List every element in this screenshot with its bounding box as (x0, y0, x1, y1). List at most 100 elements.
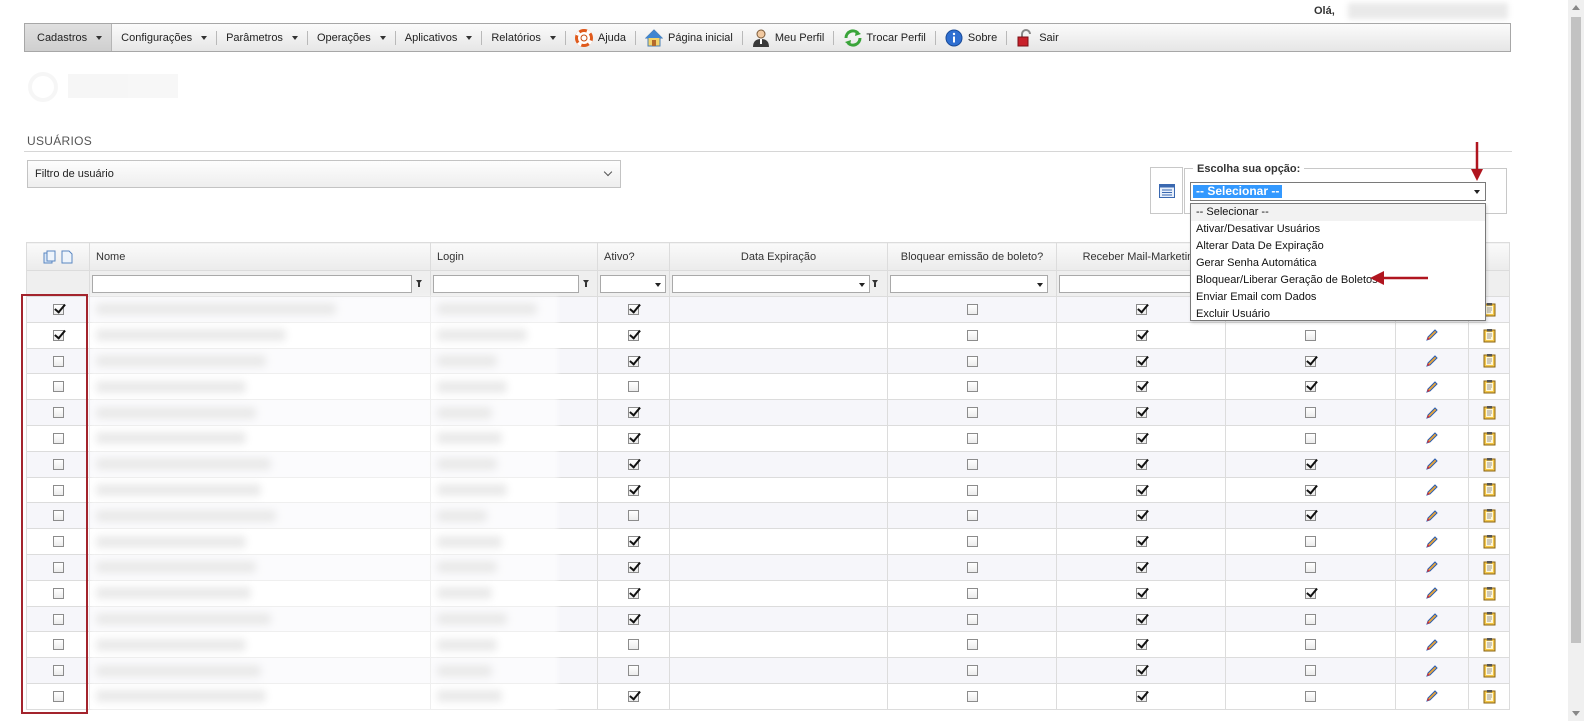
bloquear-boleto-checkbox[interactable] (966, 665, 978, 677)
clipboard-icon[interactable] (1483, 560, 1496, 575)
ativo-checkbox[interactable] (628, 690, 639, 702)
bloquear-boleto-checkbox[interactable] (966, 329, 978, 341)
menu-sobre[interactable]: Sobre (936, 24, 1006, 51)
table-row[interactable] (26, 347, 1510, 375)
clipboard-icon[interactable] (1483, 328, 1496, 343)
edit-pencil-icon[interactable] (1425, 664, 1439, 678)
mail-marketing-checkbox[interactable] (1135, 665, 1147, 677)
action-option[interactable]: Gerar Senha Automática (1191, 255, 1485, 272)
mail-marketing-checkbox[interactable] (1135, 561, 1147, 573)
menu-ajuda[interactable]: Ajuda (566, 24, 635, 51)
ativo-checkbox[interactable] (628, 432, 639, 444)
mail-marketing-checkbox[interactable] (1135, 587, 1147, 599)
action-option[interactable]: -- Selecionar -- (1191, 204, 1485, 221)
bloquear-boleto-checkbox[interactable] (966, 639, 978, 651)
menu-sair[interactable]: Sair (1007, 24, 1068, 51)
ativo-checkbox[interactable] (628, 407, 639, 419)
edit-pencil-icon[interactable] (1425, 457, 1439, 471)
option-checkbox[interactable] (1305, 329, 1316, 341)
clipboard-icon[interactable] (1483, 637, 1496, 652)
filter-funnel-icon[interactable] (583, 280, 589, 287)
column-header[interactable]: Nome (89, 242, 431, 271)
columns-toggle-button[interactable] (1150, 167, 1183, 214)
row-select-checkbox[interactable] (52, 458, 64, 470)
edit-pencil-icon[interactable] (1425, 560, 1439, 574)
row-select-checkbox[interactable] (52, 432, 64, 444)
column-header[interactable]: Data Expiração (669, 242, 888, 271)
bloquear-boleto-checkbox[interactable] (966, 613, 978, 625)
ativo-checkbox[interactable] (628, 561, 639, 573)
column-header[interactable]: Login (430, 242, 598, 271)
row-select-checkbox[interactable] (52, 665, 64, 677)
menu-trocar-perfil[interactable]: Trocar Perfil (834, 24, 935, 51)
column-header[interactable]: Bloquear emissão de boleto? (887, 242, 1057, 271)
bloquear-boleto-checkbox[interactable] (966, 381, 978, 393)
filter-select[interactable] (890, 275, 1048, 293)
option-checkbox[interactable] (1305, 458, 1316, 470)
option-checkbox[interactable] (1305, 381, 1316, 393)
mail-marketing-checkbox[interactable] (1135, 432, 1147, 444)
table-row[interactable] (26, 579, 1510, 607)
mail-marketing-checkbox[interactable] (1135, 639, 1147, 651)
option-checkbox[interactable] (1305, 561, 1316, 573)
menu-aplicativos[interactable]: Aplicativos (396, 24, 482, 51)
table-row[interactable] (26, 553, 1510, 581)
row-select-checkbox[interactable] (52, 690, 64, 702)
filter-input[interactable] (1059, 275, 1209, 293)
filter-select[interactable] (672, 275, 870, 293)
row-select-checkbox[interactable] (52, 303, 64, 315)
option-checkbox[interactable] (1305, 510, 1316, 522)
ativo-checkbox[interactable] (628, 639, 639, 651)
column-header[interactable]: Ativo? (597, 242, 670, 271)
bloquear-boleto-checkbox[interactable] (966, 407, 978, 419)
clipboard-icon[interactable] (1483, 405, 1496, 420)
clipboard-icon[interactable] (1483, 431, 1496, 446)
option-checkbox[interactable] (1305, 690, 1316, 702)
bloquear-boleto-checkbox[interactable] (966, 587, 978, 599)
option-checkbox[interactable] (1305, 613, 1316, 625)
table-row[interactable] (26, 631, 1510, 659)
ativo-checkbox[interactable] (628, 587, 639, 599)
menu-parametros[interactable]: Parâmetros (217, 24, 307, 51)
edit-pencil-icon[interactable] (1425, 638, 1439, 652)
option-checkbox[interactable] (1305, 407, 1316, 419)
mail-marketing-checkbox[interactable] (1135, 458, 1147, 470)
option-checkbox[interactable] (1305, 665, 1316, 677)
clipboard-icon[interactable] (1483, 508, 1496, 523)
table-row[interactable] (26, 528, 1510, 555)
row-select-checkbox[interactable] (52, 613, 64, 625)
ativo-checkbox[interactable] (628, 510, 639, 522)
action-select[interactable]: -- Selecionar -- (1190, 182, 1486, 201)
edit-pencil-icon[interactable] (1425, 328, 1439, 342)
filter-funnel-icon[interactable] (872, 280, 878, 287)
clipboard-icon[interactable] (1483, 482, 1496, 497)
row-select-checkbox[interactable] (52, 639, 64, 651)
clipboard-icon[interactable] (1483, 457, 1496, 472)
clipboard-icon[interactable] (1483, 586, 1496, 601)
table-row[interactable] (26, 682, 1510, 710)
ativo-checkbox[interactable] (628, 484, 639, 496)
ativo-checkbox[interactable] (628, 458, 639, 470)
option-checkbox[interactable] (1305, 355, 1316, 367)
ativo-checkbox[interactable] (628, 303, 639, 315)
bloquear-boleto-checkbox[interactable] (966, 536, 978, 548)
edit-pencil-icon[interactable] (1425, 612, 1439, 626)
table-row[interactable] (26, 657, 1510, 684)
menu-relatorios[interactable]: Relatórios (482, 24, 565, 51)
row-select-checkbox[interactable] (52, 484, 64, 496)
row-select-checkbox[interactable] (52, 355, 64, 367)
option-checkbox[interactable] (1305, 484, 1316, 496)
table-row[interactable] (26, 399, 1510, 426)
filter-funnel-icon[interactable] (416, 280, 422, 287)
mail-marketing-checkbox[interactable] (1135, 329, 1147, 341)
filter-input[interactable] (433, 275, 579, 293)
bloquear-boleto-checkbox[interactable] (966, 561, 978, 573)
edit-pencil-icon[interactable] (1425, 509, 1439, 523)
ativo-checkbox[interactable] (628, 613, 639, 625)
edit-pencil-icon[interactable] (1425, 406, 1439, 420)
menu-meu-perfil[interactable]: Meu Perfil (743, 24, 834, 51)
menu-configuracoes[interactable]: Configurações (112, 24, 216, 51)
action-option[interactable]: Ativar/Desativar Usuários (1191, 221, 1485, 238)
ativo-checkbox[interactable] (628, 355, 639, 367)
bloquear-boleto-checkbox[interactable] (966, 303, 978, 315)
